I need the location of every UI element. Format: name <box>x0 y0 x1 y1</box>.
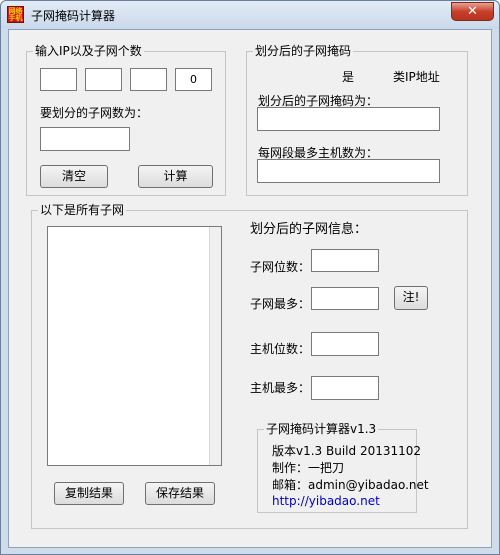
ip-group-label: 输入IP以及子网个数 <box>33 44 144 58</box>
website-link[interactable]: http://yibadao.net <box>272 494 380 508</box>
ip-class-is-text: 是 <box>342 70 355 84</box>
app-logo-icon: 网络手机 <box>7 6 24 23</box>
subnet-bits-field[interactable] <box>311 249 379 272</box>
copy-results-button[interactable]: 复制结果 <box>54 482 124 505</box>
ip-input-group: 输入IP以及子网个数 0 要划分的子网数为： 清空 计算 <box>26 44 226 196</box>
subnet-info-title: 划分后的子网信息： <box>250 222 368 237</box>
max-hosts-label: 每网段最多主机数为： <box>258 146 379 160</box>
close-button[interactable]: ✕ <box>451 2 494 21</box>
listbox-scrollbar[interactable] <box>209 227 221 465</box>
note-button[interactable]: 注! <box>394 286 428 310</box>
ip-class-text: 类IP地址 <box>393 70 440 84</box>
subnet-mask-label: 划分后的子网掩码为： <box>258 94 379 108</box>
client-area: 输入IP以及子网个数 0 要划分的子网数为： 清空 计算 划分后的子网掩码 是 … <box>8 29 492 548</box>
subnet-max-field[interactable] <box>311 287 379 310</box>
window-title: 子网掩码计算器 <box>31 9 116 23</box>
host-bits-label: 主机位数： <box>250 342 311 356</box>
title-bar[interactable]: 网络手机 子网掩码计算器 ✕ <box>1 1 499 29</box>
max-hosts-field[interactable] <box>257 159 440 183</box>
save-results-button[interactable]: 保存结果 <box>145 482 215 505</box>
ip-octet-1-input[interactable] <box>40 68 77 91</box>
host-bits-field[interactable] <box>311 332 379 356</box>
email-text: 邮箱：admin@yibadao.net <box>272 478 429 492</box>
version-text: 版本v1.3 Build 20131102 <box>272 444 422 458</box>
subnets-listbox[interactable] <box>47 226 222 466</box>
host-max-label: 主机最多： <box>250 381 311 395</box>
mask-result-group: 划分后的子网掩码 是 类IP地址 划分后的子网掩码为： 每网段最多主机数为： <box>246 44 468 196</box>
subnet-count-label: 要划分的子网数为： <box>40 106 149 120</box>
subnet-count-input[interactable] <box>40 127 130 151</box>
author-text: 制作：一把刀 <box>272 461 345 475</box>
ip-octet-3-input[interactable] <box>130 68 167 91</box>
calculate-button[interactable]: 计算 <box>138 165 213 188</box>
ip-octet-2-input[interactable] <box>85 68 122 91</box>
all-subnets-group: 以下是所有子网 复制结果 保存结果 划分后的子网信息： 子网位数： 子网最多： … <box>31 203 468 529</box>
ip-octet-4-input[interactable]: 0 <box>175 68 212 91</box>
mask-group-label: 划分后的子网掩码 <box>253 44 354 58</box>
app-window: 网络手机 子网掩码计算器 ✕ 输入IP以及子网个数 0 要划分的子网数为： 清空… <box>0 0 500 555</box>
about-group-label: 子网掩码计算器v1.3 <box>264 422 379 436</box>
subnet-mask-field[interactable] <box>257 107 440 131</box>
subnet-max-label: 子网最多： <box>250 297 311 311</box>
subnet-bits-label: 子网位数： <box>250 260 311 274</box>
clear-button[interactable]: 清空 <box>40 165 108 188</box>
about-group: 子网掩码计算器v1.3 版本v1.3 Build 20131102 制作：一把刀… <box>257 422 429 513</box>
all-subnets-label: 以下是所有子网 <box>38 203 127 217</box>
host-max-field[interactable] <box>311 376 379 400</box>
